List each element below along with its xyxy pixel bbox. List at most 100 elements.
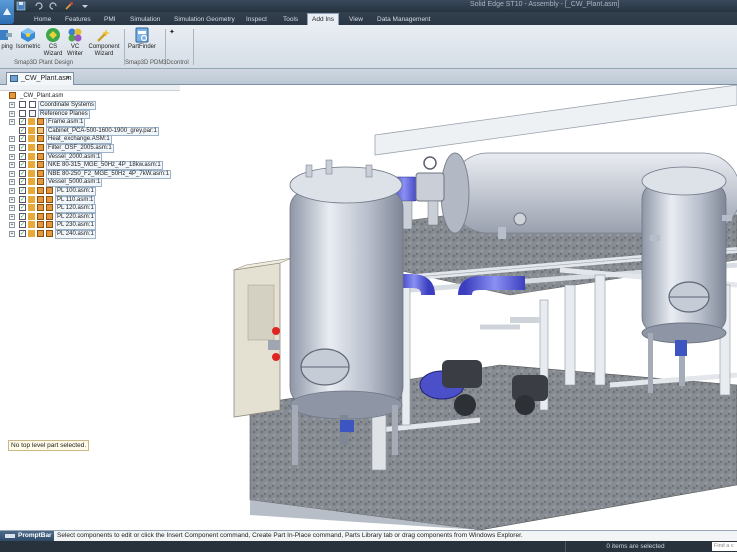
close-icon[interactable]: × bbox=[66, 73, 70, 85]
tools-icon[interactable] bbox=[64, 1, 75, 11]
tab-tools[interactable]: Tools bbox=[279, 14, 302, 25]
isometric-button[interactable]: Isometric bbox=[16, 27, 40, 51]
tab-home[interactable]: Home bbox=[30, 14, 55, 25]
prompt-message: Select components to edit or click the I… bbox=[57, 532, 523, 539]
assembly-icon bbox=[46, 221, 53, 228]
assembly-icon bbox=[46, 187, 53, 194]
lock-icon bbox=[28, 230, 35, 237]
expand-icon[interactable]: + bbox=[9, 222, 15, 228]
tab-simulation-geometry[interactable]: Simulation Geometry bbox=[170, 14, 239, 25]
expand-icon[interactable]: + bbox=[9, 231, 15, 237]
cs-wizard-button[interactable]: CS Wizard bbox=[42, 27, 64, 57]
visibility-checkbox[interactable]: ✓ bbox=[19, 153, 26, 160]
undo-icon[interactable] bbox=[34, 1, 45, 11]
expand-icon[interactable]: + bbox=[9, 171, 15, 177]
command-finder-input[interactable]: Find a c bbox=[712, 542, 737, 551]
lock-icon bbox=[28, 127, 35, 134]
tab-simulation[interactable]: Simulation bbox=[126, 14, 164, 25]
assembly-icon bbox=[37, 178, 44, 185]
assembly-icon bbox=[9, 92, 16, 99]
lock-icon bbox=[28, 187, 35, 194]
expand-icon[interactable]: + bbox=[9, 111, 15, 117]
visibility-checkbox[interactable]: ✓ bbox=[19, 118, 26, 125]
tab-pmi[interactable]: PMI bbox=[100, 14, 120, 25]
assembly-icon bbox=[37, 118, 44, 125]
selection-count: 0 items are selected bbox=[565, 541, 705, 552]
save-icon[interactable] bbox=[16, 1, 27, 11]
visibility-checkbox[interactable]: ✓ bbox=[19, 187, 26, 194]
prompt-bar-title[interactable]: PromptBar bbox=[0, 531, 54, 541]
ribbon-tab-bar: Home Features PMI Simulation Simulation … bbox=[0, 12, 737, 25]
assembly-icon bbox=[37, 221, 44, 228]
customize-dropdown-icon[interactable] bbox=[80, 1, 91, 11]
visibility-checkbox[interactable]: ✓ bbox=[19, 135, 26, 142]
visibility-checkbox[interactable]: ✓ bbox=[19, 204, 26, 211]
assembly-icon bbox=[37, 170, 44, 177]
redo-icon[interactable] bbox=[48, 1, 59, 11]
grip-icon bbox=[5, 534, 15, 538]
visibility-checkbox[interactable]: ✓ bbox=[19, 170, 26, 177]
lock-icon bbox=[28, 144, 35, 151]
expand-icon[interactable]: + bbox=[9, 102, 15, 108]
expand-icon[interactable]: + bbox=[9, 179, 15, 185]
visibility-checkbox[interactable]: ✓ bbox=[19, 230, 26, 237]
document-tab[interactable]: _CW_Plant.asm × bbox=[6, 72, 74, 85]
vc-writer-button[interactable]: VC Writer bbox=[64, 27, 86, 57]
expand-icon[interactable]: + bbox=[9, 154, 15, 160]
expand-icon[interactable]: + bbox=[9, 136, 15, 142]
visibility-checkbox[interactable]: ✓ bbox=[19, 144, 26, 151]
tab-features[interactable]: Features bbox=[61, 14, 95, 25]
expand-icon[interactable]: + bbox=[9, 214, 15, 220]
tab-inspect[interactable]: Inspect bbox=[242, 14, 271, 25]
partfinder-button[interactable]: PartFinder bbox=[126, 27, 158, 51]
expand-icon[interactable]: + bbox=[9, 145, 15, 151]
application-button[interactable] bbox=[0, 0, 14, 24]
assembly-icon bbox=[46, 213, 53, 220]
group-label-plant-design: Smap3D Plant Design bbox=[14, 60, 74, 66]
visibility-checkbox[interactable]: ✓ bbox=[19, 178, 26, 185]
expand-icon[interactable]: + bbox=[9, 119, 15, 125]
visibility-checkbox[interactable]: ✓ bbox=[19, 213, 26, 220]
assembly-icon bbox=[37, 213, 44, 220]
status-bar: 0 items are selected Find a c bbox=[0, 541, 737, 552]
assembly-icon bbox=[37, 153, 44, 160]
assembly-icon bbox=[37, 230, 44, 237]
tab-data-management[interactable]: Data Management bbox=[373, 14, 434, 25]
lock-icon bbox=[28, 170, 35, 177]
tree-horizontal-scrollbar[interactable] bbox=[0, 85, 180, 91]
expand-icon[interactable]: + bbox=[9, 162, 15, 168]
group-label-3dcontrol: 3Dcontrol bbox=[163, 60, 189, 66]
group-label-pdm: Smap3D PDM bbox=[125, 60, 164, 66]
visibility-checkbox[interactable]: ✓ bbox=[19, 196, 26, 203]
reference-plane-icon bbox=[29, 110, 36, 117]
ribbon-panel: ping Isometric CS Wizard VC Writer Compo… bbox=[0, 25, 737, 69]
lock-icon bbox=[28, 161, 35, 168]
expand-icon[interactable]: + bbox=[9, 205, 15, 211]
pin-icon[interactable]: ✦ bbox=[169, 28, 175, 36]
visibility-checkbox[interactable] bbox=[19, 110, 26, 117]
visibility-checkbox[interactable]: ✓ bbox=[19, 127, 26, 134]
assembly-icon bbox=[46, 196, 53, 203]
lock-icon bbox=[28, 213, 35, 220]
visibility-checkbox[interactable]: ✓ bbox=[19, 221, 26, 228]
lock-icon bbox=[28, 135, 35, 142]
selection-info-label: No top level part selected. bbox=[8, 440, 90, 451]
component-wizard-button[interactable]: Component Wizard bbox=[86, 27, 122, 57]
visibility-checkbox[interactable] bbox=[19, 101, 26, 108]
prompt-bar: PromptBar Select components to edit or c… bbox=[0, 530, 737, 541]
title-bar: Solid Edge ST10 - Assembly - [_CW_Plant.… bbox=[0, 0, 737, 12]
assembly-icon bbox=[46, 204, 53, 211]
piping-icon bbox=[0, 30, 12, 40]
assembly-icon bbox=[37, 135, 44, 142]
piping-button[interactable]: ping bbox=[0, 27, 14, 51]
lock-icon bbox=[28, 153, 35, 160]
part-icon bbox=[37, 127, 44, 134]
tab-view[interactable]: View bbox=[345, 14, 367, 25]
visibility-checkbox[interactable]: ✓ bbox=[19, 161, 26, 168]
lock-icon bbox=[28, 118, 35, 125]
expand-icon[interactable]: + bbox=[9, 188, 15, 194]
vessel-small bbox=[641, 166, 727, 393]
tab-add-ins[interactable]: Add Ins bbox=[307, 13, 340, 25]
expand-icon[interactable]: + bbox=[9, 197, 15, 203]
3d-viewport[interactable] bbox=[180, 85, 737, 530]
